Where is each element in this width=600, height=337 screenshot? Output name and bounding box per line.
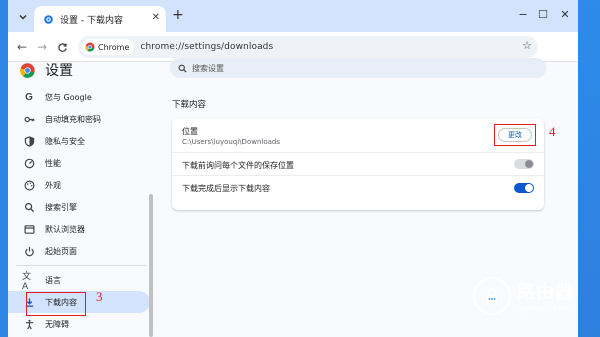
site-chip-label: Chrome <box>98 42 130 52</box>
sidebar-item-appearance[interactable]: 外观 <box>8 174 150 196</box>
ask-location-label: 下载前询问每个文件的保存位置 <box>182 161 294 170</box>
annotation-box-4 <box>494 124 536 146</box>
sidebar-item-label: 隐私与安全 <box>45 136 85 146</box>
desktop-background-right <box>578 0 600 337</box>
annotation-number-3: 3 <box>96 289 103 304</box>
annotation-number-4: 4 <box>549 124 556 139</box>
sidebar-item-languages[interactable]: 文A 语言 <box>8 269 150 292</box>
toggle-knob <box>525 184 533 192</box>
sidebar-item-autofill[interactable]: 自动填充和密码 <box>8 108 150 130</box>
tab-settings-downloads[interactable]: 设置 - 下载内容 ✕ <box>34 6 166 32</box>
translate-icon: 文A <box>22 271 32 292</box>
tab-title: 设置 - 下载内容 <box>60 15 123 26</box>
sidebar-item-label: 无障碍 <box>45 319 69 329</box>
ask-location-row: 下载前询问每个文件的保存位置 <box>172 152 544 175</box>
window-close-icon[interactable]: ✕ <box>558 8 572 21</box>
sidebar-item-label: 默认浏览器 <box>45 224 85 234</box>
browser-window: 设置 - 下载内容 ✕ + − ☐ ✕ ← → Chrome chrome://… <box>8 0 578 337</box>
minimize-icon[interactable]: − <box>516 8 530 21</box>
sidebar-item-label: 搜索引擎 <box>45 202 77 212</box>
tab-close-icon[interactable]: ✕ <box>152 12 160 23</box>
maximize-icon[interactable]: ☐ <box>536 8 550 21</box>
sidebar-item-label: 自动填充和密码 <box>45 114 101 124</box>
search-icon <box>22 200 36 214</box>
sidebar-item-startup[interactable]: 起始页面 <box>8 240 150 262</box>
location-label: 位置 <box>182 127 198 136</box>
watermark-title: 路由器 <box>517 282 574 303</box>
chrome-logo-icon <box>20 62 35 78</box>
accessibility-icon <box>22 317 36 331</box>
annotation-box-3 <box>26 292 86 316</box>
search-icon <box>178 64 187 73</box>
browser-icon <box>22 222 36 236</box>
shield-icon <box>22 134 36 148</box>
ask-location-toggle[interactable] <box>514 159 534 169</box>
sidebar-item-privacy[interactable]: 隐私与安全 <box>8 130 150 152</box>
section-title: 下载内容 <box>172 100 207 110</box>
sidebar-divider <box>16 265 146 266</box>
reload-icon[interactable] <box>54 39 70 55</box>
settings-brand: 设置 <box>20 62 73 79</box>
show-downloads-toggle[interactable] <box>514 183 534 193</box>
power-icon <box>22 244 36 258</box>
palette-icon <box>22 178 36 192</box>
download-location-row: 位置 C:\Users\luyouqi\Downloads 更改 <box>172 118 544 152</box>
toggle-knob <box>525 160 533 168</box>
sidebar-item-performance[interactable]: 性能 <box>8 152 150 174</box>
settings-search-input[interactable]: 搜索设置 <box>170 58 546 78</box>
url-text: chrome://settings/downloads <box>140 42 274 52</box>
sidebar-item-search-engine[interactable]: 搜索引擎 <box>8 196 150 218</box>
new-tab-button[interactable]: + <box>172 7 184 23</box>
sidebar-item-label: 起始页面 <box>45 246 77 256</box>
sidebar-item-label: 性能 <box>45 158 61 168</box>
sidebar-item-google[interactable]: G 您与 Google <box>8 86 150 108</box>
location-path: C:\Users\luyouqi\Downloads <box>182 138 280 146</box>
sidebar-item-label: 您与 Google <box>45 92 92 102</box>
sidebar-scrollbar[interactable] <box>149 194 153 337</box>
tab-strip: 设置 - 下载内容 ✕ + − ☐ ✕ <box>8 0 578 32</box>
tab-search-button[interactable] <box>14 8 32 26</box>
desktop-background-left <box>0 0 8 337</box>
google-icon: G <box>25 91 33 103</box>
search-placeholder: 搜索设置 <box>192 63 224 73</box>
sidebar-item-accessibility[interactable]: 无障碍 <box>8 313 150 335</box>
chevron-down-icon <box>19 15 27 20</box>
back-icon[interactable]: ← <box>14 39 30 55</box>
sidebar-item-default-browser[interactable]: 默认浏览器 <box>8 218 150 240</box>
speedometer-icon <box>22 156 36 170</box>
watermark-text: 路由器 luyouqi.com <box>517 278 574 314</box>
forward-icon[interactable]: → <box>34 39 50 55</box>
settings-gear-icon <box>42 13 54 25</box>
bookmark-star-icon[interactable]: ☆ <box>522 39 532 52</box>
watermark-url: luyouqi.com <box>517 304 573 314</box>
show-downloads-row: 下载完成后显示下载内容 <box>172 175 544 200</box>
chrome-logo-icon <box>85 42 95 52</box>
settings-title: 设置 <box>45 63 73 79</box>
sidebar-item-label: 语言 <box>45 275 61 285</box>
key-icon <box>22 112 36 126</box>
address-bar[interactable]: Chrome chrome://settings/downloads ☆ <box>78 36 538 58</box>
watermark: 路由器 luyouqi.com <box>467 269 578 323</box>
sidebar-item-label: 外观 <box>45 180 61 190</box>
show-downloads-label: 下载完成后显示下载内容 <box>182 184 270 193</box>
router-lock-icon <box>473 277 511 315</box>
downloads-settings-card: 位置 C:\Users\luyouqi\Downloads 更改 下载前询问每个… <box>172 118 544 210</box>
site-chip[interactable]: Chrome <box>82 39 135 55</box>
